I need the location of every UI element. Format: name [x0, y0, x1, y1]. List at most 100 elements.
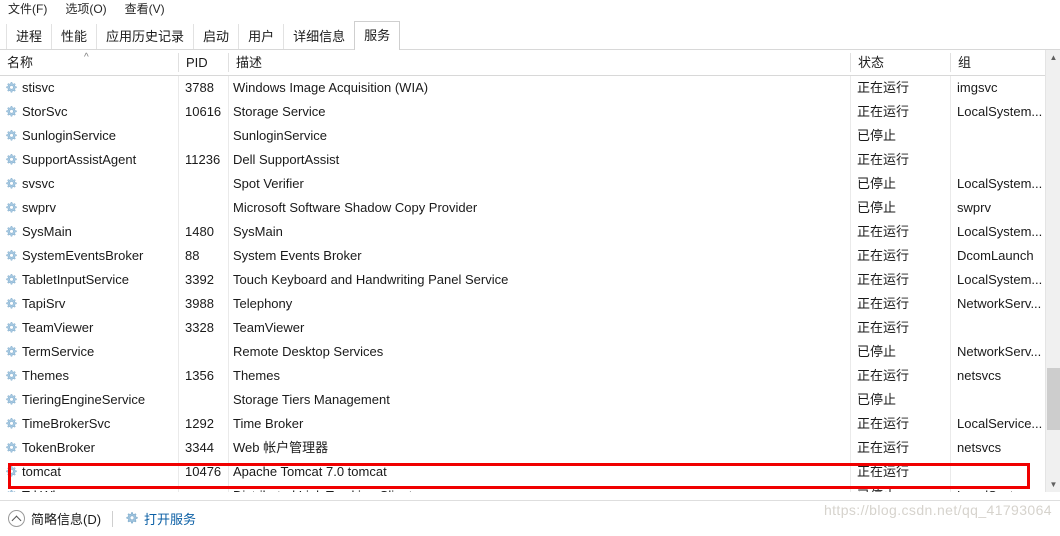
gear-icon [4, 249, 18, 263]
chevron-up-circle-icon [8, 510, 25, 527]
table-row[interactable]: TieringEngineService Storage Tiers Manage… [0, 388, 1060, 412]
table-row[interactable]: stisvc 3788 Windows Image Acquisition (WIA… [0, 76, 1060, 100]
cell-pid [185, 340, 225, 364]
tab-services[interactable]: 服务 [354, 21, 401, 50]
cell-status: 正在运行 [857, 368, 910, 383]
column-header-name[interactable]: 名称 [0, 50, 178, 75]
cell-description: Apache Tomcat 7.0 tomcat [233, 464, 387, 479]
cell-pid: 3344 [185, 440, 214, 455]
cell-group: NetworkServ... [957, 344, 1042, 359]
cell-group: imgsvc [957, 80, 998, 95]
cell-group: netsvcs [957, 440, 1002, 455]
cell-group: swprv [957, 200, 991, 215]
scroll-up-arrow-icon[interactable]: ▲ [1046, 50, 1060, 65]
cell-pid [185, 196, 225, 220]
menu-file[interactable]: 文件(F) [8, 0, 56, 18]
gear-icon [4, 177, 18, 191]
table-row[interactable]: svsvc Spot Verifier 已停止 LocalSystem... [0, 172, 1060, 196]
cell-status: 正在运行 [857, 248, 910, 263]
cell-description: Themes [233, 368, 280, 383]
gear-icon [4, 129, 18, 143]
cell-description: TeamViewer [233, 320, 305, 335]
gear-icon [124, 511, 139, 526]
scrollbar-thumb[interactable] [1047, 368, 1060, 430]
table-row[interactable]: TabletInputService 3392 Touch Keyboard and… [0, 268, 1060, 292]
menu-options[interactable]: 选项(O) [65, 0, 115, 18]
cell-service-name: StorSvc [22, 104, 68, 119]
column-header-group[interactable]: 组 [951, 50, 1045, 75]
vertical-scrollbar[interactable]: ▲ ▼ [1045, 50, 1060, 492]
cell-status: 正在运行 [857, 416, 910, 431]
column-header-pid[interactable]: PID [179, 50, 228, 75]
tab-processes[interactable]: 进程 [6, 24, 53, 50]
table-row[interactable]: tomcat 10476 Apache Tomcat 7.0 tomcat 正在运行 [0, 460, 1060, 484]
cell-description: Storage Tiers Management [233, 392, 390, 407]
cell-description: Windows Image Acquisition (WIA) [233, 80, 429, 95]
open-services-label: 打开服务 [144, 512, 197, 527]
column-header-description[interactable]: 描述 [229, 50, 850, 75]
cell-service-name: SupportAssistAgent [22, 152, 137, 167]
gear-icon [4, 441, 18, 455]
table-row[interactable]: swprv Microsoft Software Shadow Copy Prov… [0, 196, 1060, 220]
tab-details[interactable]: 详细信息 [283, 24, 356, 50]
cell-status: 正在运行 [857, 224, 910, 239]
open-services-button[interactable]: 打开服务 [124, 509, 196, 528]
table-row[interactable]: TeamViewer 3328 TeamViewer 正在运行 [0, 316, 1060, 340]
scroll-down-arrow-icon[interactable]: ▼ [1046, 477, 1060, 492]
cell-status: 已停止 [857, 128, 897, 143]
cell-service-name: TabletInputService [22, 272, 129, 287]
cell-description: Remote Desktop Services [233, 344, 384, 359]
tab-performance[interactable]: 性能 [51, 24, 98, 50]
column-header-status[interactable]: 状态 [851, 50, 950, 75]
cell-group: LocalSystem... [957, 272, 1043, 287]
cell-pid: 88 [185, 248, 200, 263]
tab-users[interactable]: 用户 [238, 24, 285, 50]
gear-icon [4, 417, 18, 431]
menu-bar: 文件(F) 选项(O) 查看(V) [0, 0, 1060, 18]
cell-pid: 1480 [185, 224, 214, 239]
cell-group: DcomLaunch [957, 248, 1034, 263]
gear-icon [4, 225, 18, 239]
table-row[interactable]: StorSvc 10616 Storage Service 正在运行 LocalSyst… [0, 100, 1060, 124]
table-row[interactable]: SysMain 1480 SysMain 正在运行 LocalSystem... [0, 220, 1060, 244]
cell-description: Telephony [233, 296, 293, 311]
status-bar: 简略信息(D) 打开服务 [0, 500, 1060, 536]
table-body: stisvc 3788 Windows Image Acquisition (WIA… [0, 76, 1060, 492]
cell-group: LocalSystem... [957, 104, 1043, 119]
fewer-details-button[interactable]: 简略信息(D) [8, 509, 101, 528]
tab-startup[interactable]: 启动 [193, 24, 240, 50]
cell-pid: 3788 [185, 80, 214, 95]
cell-description: Touch Keyboard and Handwriting Panel Ser… [233, 272, 509, 287]
fewer-details-label: 简略信息(D) [31, 512, 102, 527]
gear-icon [4, 489, 18, 492]
table-row[interactable]: SystemEventsBroker 88 System Events Broker… [0, 244, 1060, 268]
table-row[interactable]: SupportAssistAgent 11236 Dell SupportAssis… [0, 148, 1060, 172]
cell-pid: 1292 [185, 416, 214, 431]
table-row[interactable]: Themes 1356 Themes 正在运行 netsvcs [0, 364, 1060, 388]
cell-service-name: SystemEventsBroker [22, 248, 144, 263]
menu-view[interactable]: 查看(V) [125, 0, 174, 18]
table-row[interactable]: TimeBrokerSvc 1292 Time Broker 正在运行 LocalSer… [0, 412, 1060, 436]
gear-icon [4, 105, 18, 119]
tab-app-history[interactable]: 应用历史记录 [96, 24, 195, 50]
cell-pid: 11236 [185, 152, 221, 167]
cell-status: 已停止 [857, 344, 897, 359]
cell-group [957, 460, 1055, 484]
table-row[interactable]: SunloginService SunloginService 已停止 [0, 124, 1060, 148]
cell-description: Time Broker [233, 416, 304, 431]
table-row[interactable]: TapiSrv 3988 Telephony 正在运行 NetworkServ... [0, 292, 1060, 316]
task-manager-window: 文件(F) 选项(O) 查看(V) 进程 性能 应用历史记录 启动 用户 详细信… [0, 0, 1060, 536]
table-row[interactable]: TermService Remote Desktop Services 已停止 Net… [0, 340, 1060, 364]
gear-icon [4, 321, 18, 335]
cell-description: Dell SupportAssist [233, 152, 340, 167]
gear-icon [4, 201, 18, 215]
cell-pid [185, 484, 225, 492]
cell-status: 正在运行 [857, 104, 910, 119]
table-row[interactable]: TrkWks Distributed Link Tracking Client 已停… [0, 484, 1060, 492]
cell-pid [185, 172, 225, 196]
table-row[interactable]: TokenBroker 3344 Web 帐户管理器 正在运行 netsvcs [0, 436, 1060, 460]
gear-icon [4, 81, 18, 95]
tab-strip: 进程 性能 应用历史记录 启动 用户 详细信息 服务 [0, 18, 1060, 50]
cell-group: netsvcs [957, 368, 1002, 383]
cell-description: SysMain [233, 224, 283, 239]
